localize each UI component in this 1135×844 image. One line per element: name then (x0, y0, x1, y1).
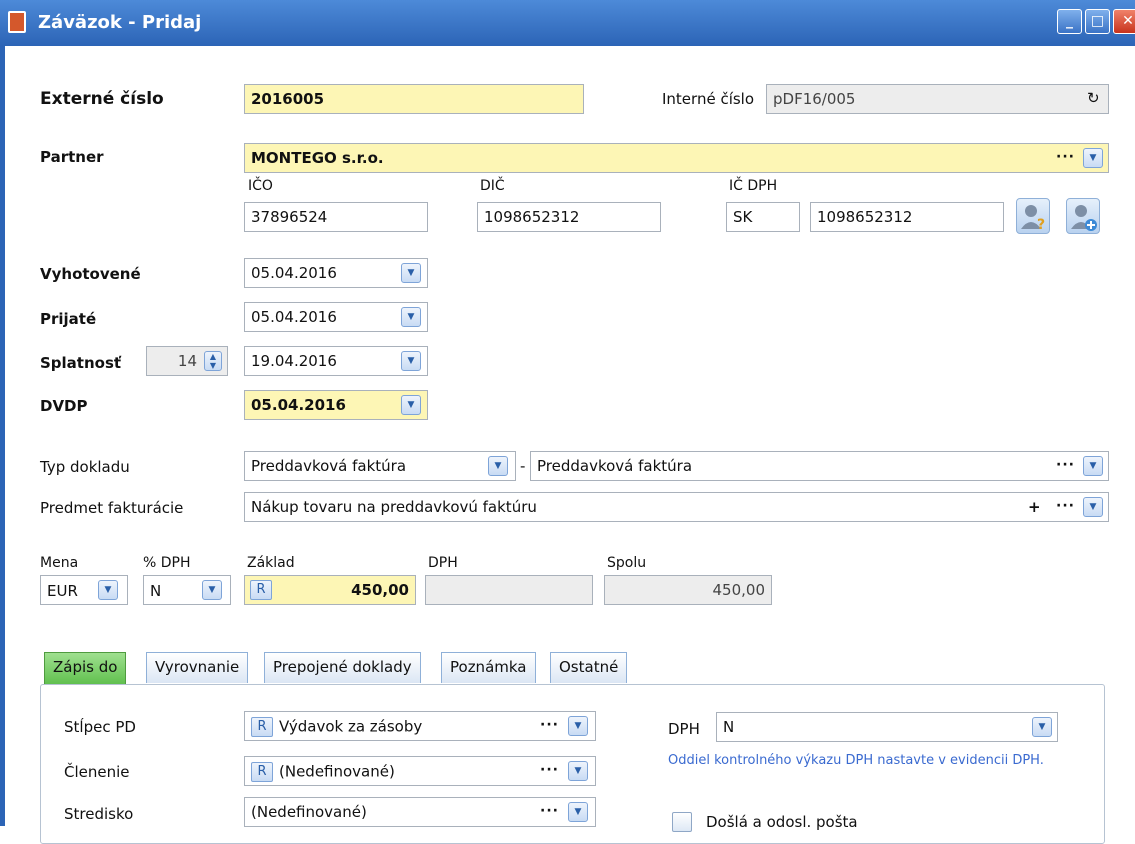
panel-dph-select[interactable]: N (716, 712, 1058, 742)
typ-dokladu-detail-value: Preddavková faktúra (537, 457, 693, 475)
typ-dokladu-browse-icon[interactable]: ··· (1056, 457, 1075, 473)
dph-percent-dropdown-icon[interactable]: ▼ (202, 580, 222, 600)
stlpec-pd-rate-icon: R (251, 717, 273, 737)
refresh-icon[interactable]: ↻ (1087, 89, 1100, 107)
panel-dph-label: DPH (668, 720, 700, 738)
ico-input[interactable]: 37896524 (244, 202, 428, 232)
external-number-input[interactable]: 2016005 (244, 84, 584, 114)
typ-dokladu-detail-input[interactable]: Preddavková faktúra (530, 451, 1109, 481)
splatnost-days-spinner-icon[interactable]: ▲ ▼ (204, 351, 222, 371)
dic-input[interactable]: 1098652312 (477, 202, 661, 232)
predmet-dropdown-icon[interactable]: ▼ (1083, 497, 1103, 517)
panel-dph-dropdown-icon[interactable]: ▼ (1032, 717, 1052, 737)
predmet-browse-icon[interactable]: ··· (1056, 498, 1075, 514)
dph-amount-label: DPH (428, 555, 458, 571)
stredisko-browse-icon[interactable]: ··· (540, 803, 559, 819)
typ-dokladu-label: Typ dokladu (40, 458, 130, 476)
stredisko-label: Stredisko (64, 805, 134, 823)
dph-percent-label: % DPH (143, 555, 191, 571)
splatnost-label: Splatnosť (40, 354, 122, 372)
close-button[interactable]: ✕ (1113, 9, 1135, 34)
stredisko-dropdown-icon[interactable]: ▼ (568, 802, 588, 822)
partner-dropdown-icon[interactable]: ▼ (1083, 148, 1103, 168)
clenenie-dropdown-icon[interactable]: ▼ (568, 761, 588, 781)
dph-amount-input[interactable] (425, 575, 593, 605)
ico-label: IČO (248, 178, 273, 194)
predmet-input[interactable]: Nákup tovaru na preddavkovú faktúru (244, 492, 1109, 522)
prijate-calendar-icon[interactable]: ▼ (401, 307, 421, 327)
vyhotovene-label: Vyhotovené (40, 265, 141, 283)
clenenie-browse-icon[interactable]: ··· (540, 762, 559, 778)
dic-label: DIČ (480, 178, 505, 194)
internal-number-input[interactable]: pDF16/005 (766, 84, 1109, 114)
internal-number-value: pDF16/005 (773, 90, 856, 108)
window-title: Záväzok - Pridaj (38, 12, 202, 33)
mena-label: Mena (40, 555, 79, 571)
partner-input[interactable]: MONTEGO s.r.o. (244, 143, 1109, 173)
splatnost-calendar-icon[interactable]: ▼ (401, 351, 421, 371)
typ-dokladu-select[interactable]: Preddavková faktúra (244, 451, 516, 481)
tab-vyrovnanie[interactable]: Vyrovnanie (146, 652, 249, 683)
icdph-label: IČ DPH (729, 178, 778, 194)
window-border (0, 46, 5, 826)
icdph-prefix-input[interactable]: SK (726, 202, 800, 232)
zaklad-label: Základ (247, 555, 295, 571)
minimize-button[interactable]: _ (1057, 9, 1082, 34)
external-number-label: Externé číslo (40, 89, 164, 109)
prijate-label: Prijaté (40, 310, 97, 328)
maximize-button[interactable]: □ (1085, 9, 1110, 34)
dvdp-label: DVDP (40, 397, 88, 415)
svg-text:?: ? (1037, 217, 1045, 233)
stlpec-pd-dropdown-icon[interactable]: ▼ (568, 716, 588, 736)
stlpec-pd-browse-icon[interactable]: ··· (540, 717, 559, 733)
spolu-label: Spolu (607, 555, 647, 571)
posta-checkbox[interactable] (672, 812, 692, 832)
typ-dokladu-dropdown-icon[interactable]: ▼ (488, 456, 508, 476)
dph-note: Oddiel kontrolného výkazu DPH nastavte v… (668, 753, 1044, 768)
internal-number-label: Interné číslo (662, 90, 755, 108)
icdph-input[interactable]: 1098652312 (810, 202, 1004, 232)
dvdp-calendar-icon[interactable]: ▼ (401, 395, 421, 415)
tab-ostatne[interactable]: Ostatné (550, 652, 628, 683)
vyhotovene-calendar-icon[interactable]: ▼ (401, 263, 421, 283)
typ-dokladu-detail-dropdown-icon[interactable]: ▼ (1083, 456, 1103, 476)
tab-poznamka[interactable]: Poznámka (441, 652, 536, 683)
predmet-value: Nákup tovaru na preddavkovú faktúru (251, 498, 537, 516)
zaklad-value: 450,00 (351, 581, 409, 599)
posta-label: Došlá a odosl. pošta (706, 813, 858, 831)
clenenie-rate-icon: R (251, 762, 273, 782)
tab-zapis-do[interactable]: Zápis do (44, 652, 127, 685)
add-partner-icon[interactable] (1066, 198, 1100, 234)
typ-dokladu-separator: - (520, 457, 526, 475)
tab-prepojene-doklady[interactable]: Prepojené doklady (264, 652, 421, 683)
predmet-add-icon[interactable]: + (1028, 498, 1041, 516)
zaklad-rate-icon[interactable]: R (250, 580, 272, 600)
partner-label: Partner (40, 148, 104, 166)
window-titlebar: Záväzok - Pridaj _ □ ✕ (0, 0, 1135, 46)
mena-dropdown-icon[interactable]: ▼ (98, 580, 118, 600)
app-icon (8, 11, 26, 33)
stlpec-pd-value: Výdavok za zásoby (279, 717, 423, 736)
partner-value: MONTEGO s.r.o. (251, 149, 384, 167)
stlpec-pd-label: Stĺpec PD (64, 718, 136, 736)
clenenie-value: (Nedefinované) (279, 762, 395, 781)
partner-lookup-icon[interactable]: ? (1016, 198, 1050, 234)
clenenie-label: Členenie (64, 763, 130, 781)
spolu-input[interactable]: 450,00 (604, 575, 772, 605)
partner-browse-icon[interactable]: ··· (1056, 149, 1075, 165)
predmet-label: Predmet fakturácie (40, 499, 184, 517)
